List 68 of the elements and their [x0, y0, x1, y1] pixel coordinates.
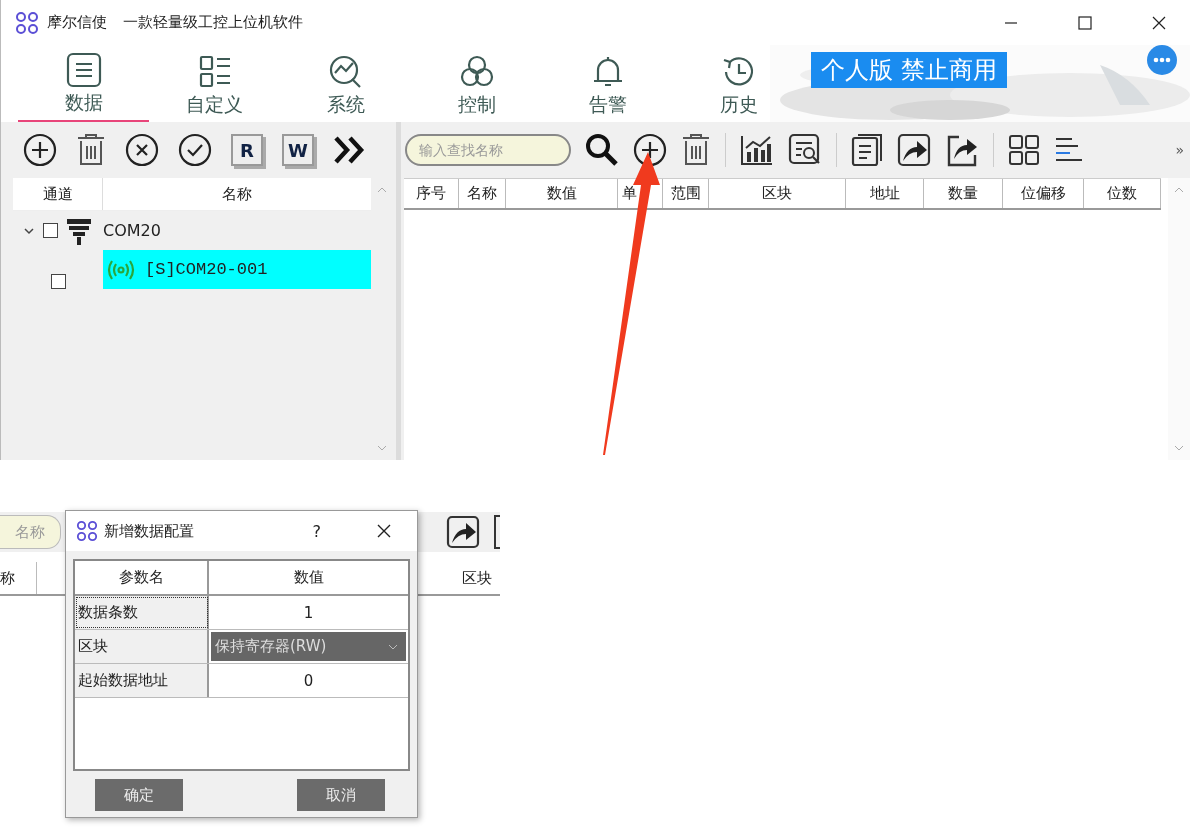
column-header[interactable]: 序号 [416, 184, 446, 203]
read-button[interactable]: R [231, 134, 263, 166]
value-field[interactable]: 0 [209, 664, 408, 697]
forward-icon[interactable] [897, 133, 931, 167]
delete-icon[interactable] [76, 133, 106, 167]
block-dropdown[interactable]: 保持寄存器(RW) [211, 632, 406, 661]
maximize-icon[interactable] [1078, 15, 1092, 30]
align-icon[interactable] [1054, 136, 1084, 164]
add-icon[interactable] [633, 133, 667, 167]
nav-tab[interactable]: 系统 [280, 45, 411, 122]
column-header[interactable]: 单 [622, 184, 637, 203]
column-header[interactable]: 位偏移 [1020, 184, 1066, 203]
column-header[interactable]: 地址 [869, 184, 900, 203]
share-icon[interactable] [945, 133, 979, 167]
window-subtitle: 一款轻量级工控上位机软件 [123, 13, 303, 32]
column-header: 数值 [292, 567, 325, 588]
overflow-button[interactable]: » [1175, 142, 1184, 158]
cancel-button[interactable]: 取消 [297, 779, 385, 811]
close-icon[interactable] [377, 524, 391, 538]
write-button[interactable]: W [282, 134, 314, 166]
node-label: [S]COM20-001 [145, 260, 268, 279]
list-icon [64, 52, 103, 88]
column-header[interactable]: 范围 [670, 184, 701, 203]
help-button[interactable]: ? [312, 521, 321, 541]
nav-tab[interactable]: 历史 [673, 45, 804, 122]
document-search-icon[interactable] [788, 133, 822, 167]
cancel-icon[interactable] [125, 133, 159, 167]
signal-icon [105, 258, 137, 281]
search-field[interactable]: 输入查找名称 [405, 134, 571, 166]
confirm-icon[interactable] [178, 133, 212, 167]
column-header[interactable]: 名称 [103, 178, 371, 210]
search-icon[interactable] [585, 133, 619, 167]
parameter-name[interactable]: 起始数据地址 [75, 664, 209, 697]
parameter-name[interactable]: 数据条数 [75, 596, 209, 629]
tree-node[interactable]: COM20 [103, 211, 371, 250]
close-icon[interactable] [1152, 15, 1166, 30]
nav-tab[interactable]: 告警 [542, 45, 673, 122]
add-icon[interactable] [23, 133, 57, 167]
parameter-name[interactable]: 区块 [75, 630, 209, 663]
confirm-button[interactable]: 确定 [95, 779, 183, 811]
grid-icon[interactable] [1008, 134, 1040, 166]
window-title: 摩尔信使 [47, 13, 107, 32]
nav-tab[interactable]: 自定义 [149, 45, 280, 122]
nav-tab[interactable]: 控制 [411, 45, 542, 122]
chart-icon[interactable] [740, 134, 774, 166]
column-header[interactable]: 数值 [546, 184, 577, 203]
delete-icon[interactable] [681, 133, 711, 167]
column-header: 参数名 [75, 561, 209, 594]
app-logo-icon [15, 10, 39, 35]
caret-icon [388, 643, 398, 650]
column-header[interactable]: 区块 [462, 568, 492, 588]
edition-banner: 个人版 禁止商用 [811, 52, 1007, 88]
checkbox[interactable] [50, 274, 66, 289]
app-logo-icon [76, 520, 98, 542]
value-field[interactable]: 1 [209, 596, 408, 629]
checkbox[interactable] [43, 223, 58, 238]
column-header[interactable]: 名称 [467, 184, 497, 203]
column-header[interactable]: 通道 [13, 178, 103, 210]
more-icon[interactable] [1147, 45, 1177, 75]
column-header[interactable]: 数量 [948, 184, 978, 203]
column-header[interactable]: 位数 [1107, 184, 1137, 203]
document-icon[interactable] [851, 133, 883, 167]
dialog-title: 新增数据配置 [104, 521, 194, 541]
tree-node[interactable]: [S]COM20-001 [103, 250, 371, 289]
column-header[interactable]: 称 [0, 562, 37, 594]
forward-icon[interactable] [446, 515, 480, 549]
double-chevron-icon[interactable] [333, 135, 367, 165]
column-header[interactable]: 区块 [762, 184, 792, 203]
